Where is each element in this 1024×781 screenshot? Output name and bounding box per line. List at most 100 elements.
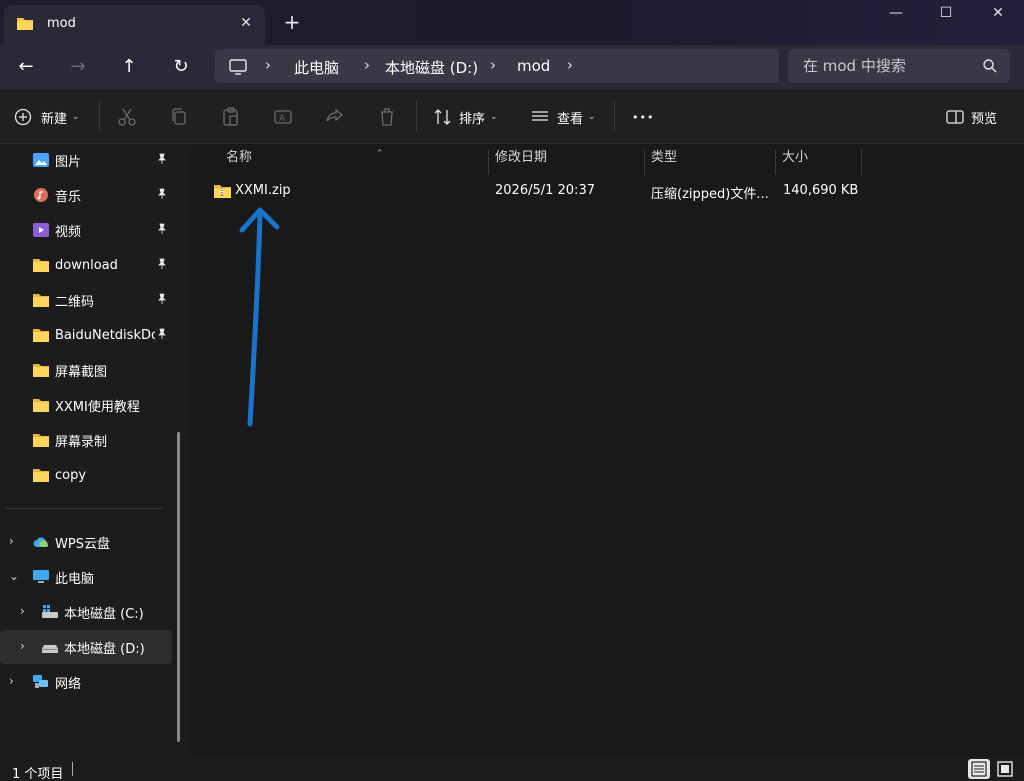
table-row[interactable]: XXMI.zip 2026/5/1 20:37 压缩(zipped)文件... … xyxy=(212,181,862,203)
chevron-down-icon: ⌄ xyxy=(490,112,498,122)
file-list: 名称 ⌃ 修改日期 类型 大小 XXMI.zip 2026/5/1 20:37 … xyxy=(192,145,1024,757)
view-button[interactable]: 查看 ⌄ xyxy=(530,106,596,128)
breadcrumb-mod[interactable]: mod xyxy=(517,57,550,75)
sidebar-item-this-pc[interactable]: ⌄ 此电脑 xyxy=(0,560,172,594)
tiles-view-button[interactable] xyxy=(994,759,1016,779)
svg-text:A: A xyxy=(279,114,286,124)
sidebar-item-network[interactable]: › 网络 xyxy=(0,665,172,699)
sidebar-item-videos[interactable]: 视频 xyxy=(0,213,172,247)
preview-label: 预览 xyxy=(971,111,998,127)
chevron-right-icon[interactable]: › xyxy=(20,639,25,653)
new-button-label: 新建 xyxy=(41,111,68,127)
minimize-button[interactable]: — xyxy=(870,0,922,30)
sidebar-item-pictures[interactable]: 图片 xyxy=(0,143,172,177)
sidebar-item-wps-cloud[interactable]: › WPS云盘 xyxy=(0,525,172,559)
tab-close-button[interactable]: ✕ xyxy=(234,12,258,36)
breadcrumb-drive-d[interactable]: 本地磁盘 (D:) xyxy=(385,57,478,78)
chevron-right-icon[interactable]: › xyxy=(9,534,14,548)
search-input[interactable] xyxy=(788,49,1010,83)
share-icon[interactable] xyxy=(324,106,346,128)
tab-mod[interactable]: mod ✕ xyxy=(4,5,265,45)
sidebar-item-xxmi-tutorial[interactable]: XXMI使用教程 xyxy=(0,388,172,422)
divider xyxy=(614,101,615,131)
refresh-button[interactable]: ↻ xyxy=(165,53,197,81)
folder-icon xyxy=(33,364,49,377)
search-icon[interactable] xyxy=(982,58,998,74)
pictures-icon xyxy=(33,153,49,167)
details-view-button[interactable] xyxy=(968,759,990,779)
sidebar-item-baidunetdiskdownload[interactable]: BaiduNetdiskDownload xyxy=(0,318,172,352)
cut-icon[interactable] xyxy=(116,106,138,128)
breadcrumb-separator: › xyxy=(490,56,496,74)
drive-icon xyxy=(42,605,58,618)
address-bar[interactable]: › 此电脑 › 本地磁盘 (D:) › mod › xyxy=(215,49,779,83)
sidebar-item-screenshots[interactable]: 屏幕截图 xyxy=(0,353,172,387)
pin-icon xyxy=(158,153,166,164)
pin-icon xyxy=(158,223,166,234)
plus-circle-icon xyxy=(14,108,32,126)
folder-icon xyxy=(33,434,49,447)
divider xyxy=(416,101,417,131)
tab-title: mod xyxy=(47,16,76,31)
sidebar-item-qrcode[interactable]: 二维码 xyxy=(0,283,172,317)
breadcrumb-separator: › xyxy=(364,56,370,74)
pin-icon xyxy=(158,293,166,304)
command-bar: 新建 ⌄ A 排序 ⌄ 查看 ⌄ ••• 预览 xyxy=(0,89,1024,144)
item-count: 1 个项目 xyxy=(12,767,64,781)
file-size: 140,690 KB xyxy=(783,183,859,198)
rename-icon[interactable]: A xyxy=(272,106,294,128)
view-button-label: 查看 xyxy=(557,111,584,127)
sidebar-item-music[interactable]: 音乐 xyxy=(0,178,172,212)
sort-ascending-icon: ⌃ xyxy=(376,149,384,159)
view-icon xyxy=(532,111,548,121)
column-header-name[interactable]: 名称 ⌃ xyxy=(220,149,488,175)
chevron-right-icon[interactable]: › xyxy=(9,674,14,688)
pin-icon xyxy=(158,328,166,339)
sidebar-item-download[interactable]: download xyxy=(0,248,172,282)
network-icon xyxy=(33,675,48,688)
chevron-down-icon: ⌄ xyxy=(588,112,596,122)
drive-icon xyxy=(42,645,58,653)
up-button[interactable]: ↑ xyxy=(113,53,145,81)
column-divider[interactable] xyxy=(861,149,862,175)
column-header-size[interactable]: 大小 xyxy=(776,149,862,175)
column-header-type[interactable]: 类型 xyxy=(645,149,775,175)
sidebar-item-drive-d[interactable]: › 本地磁盘 (D:) xyxy=(0,630,172,664)
paste-icon[interactable] xyxy=(220,106,242,128)
details-view-icon xyxy=(971,761,987,777)
music-icon xyxy=(34,188,48,202)
folder-icon xyxy=(33,469,49,482)
delete-icon[interactable] xyxy=(376,106,398,128)
breadcrumb-separator[interactable]: › xyxy=(567,56,573,74)
sidebar-item-drive-c[interactable]: › 本地磁盘 (C:) xyxy=(0,595,172,629)
more-options-button[interactable]: ••• xyxy=(632,106,654,128)
cloud-icon xyxy=(33,537,49,547)
divider xyxy=(72,762,73,776)
preview-pane-button[interactable]: 预览 xyxy=(945,106,997,128)
pin-icon xyxy=(158,258,166,269)
forward-button[interactable]: → xyxy=(62,53,94,81)
new-button[interactable]: 新建 ⌄ xyxy=(14,106,80,128)
sort-button-label: 排序 xyxy=(459,111,486,127)
maximize-button[interactable]: ☐ xyxy=(920,0,972,30)
copy-icon[interactable] xyxy=(168,106,190,128)
preview-pane-icon xyxy=(946,110,964,124)
sidebar-item-screen-recordings[interactable]: 屏幕录制 xyxy=(0,423,172,457)
chevron-right-icon[interactable]: › xyxy=(20,604,25,618)
folder-icon xyxy=(17,18,33,30)
new-tab-button[interactable]: + xyxy=(280,12,304,32)
file-modified: 2026/5/1 20:37 xyxy=(495,183,595,198)
close-window-button[interactable]: ✕ xyxy=(972,0,1024,30)
sort-icon xyxy=(434,109,451,125)
breadcrumb-this-pc[interactable]: 此电脑 xyxy=(294,57,339,78)
zip-folder-icon xyxy=(214,185,231,198)
column-header-modified[interactable]: 修改日期 xyxy=(489,149,644,175)
sidebar-scrollbar[interactable] xyxy=(177,432,180,742)
sidebar-item-copy[interactable]: copy xyxy=(0,458,172,492)
folder-icon xyxy=(33,329,49,342)
sort-button[interactable]: 排序 ⌄ xyxy=(432,106,498,128)
back-button[interactable]: ← xyxy=(10,53,42,81)
tiles-view-icon xyxy=(997,761,1013,777)
sidebar-divider xyxy=(6,508,162,509)
chevron-down-icon[interactable]: ⌄ xyxy=(9,569,19,583)
